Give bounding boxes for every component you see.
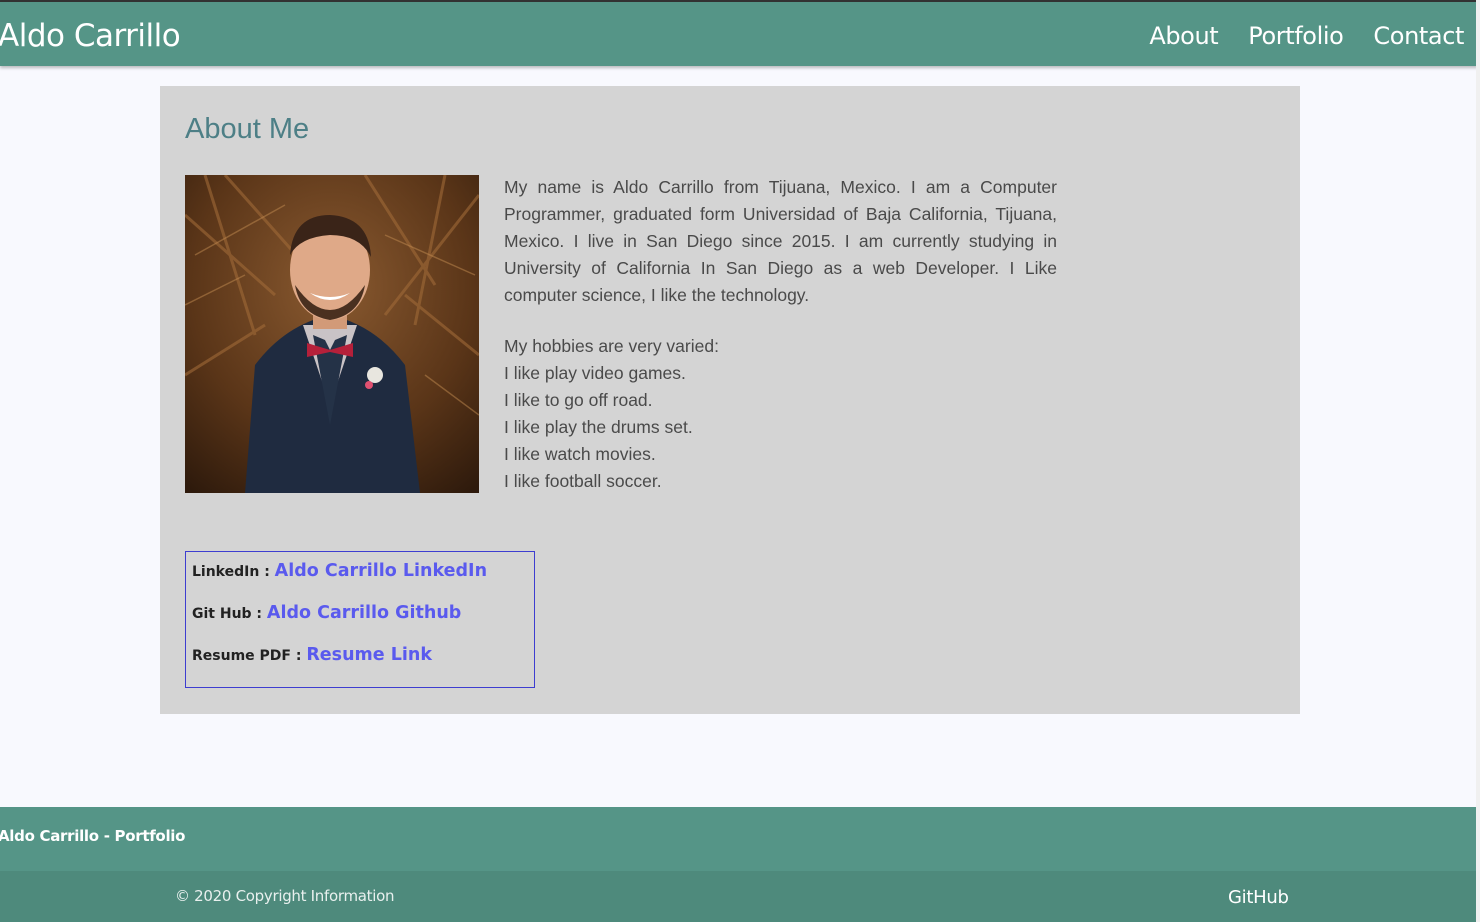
hobby-item: I like football soccer. (504, 471, 662, 491)
footer: Aldo Carrillo - Portfolio (0, 807, 1476, 871)
linkedin-row: LinkedIn : Aldo Carrillo LinkedIn (192, 558, 534, 600)
github-link[interactable]: Aldo Carrillo Github (267, 603, 461, 623)
hobby-item: I like watch movies. (504, 444, 656, 464)
copyright-text: © 2020 Copyright Information (175, 887, 395, 905)
profile-photo (185, 175, 479, 493)
about-title: About Me (185, 113, 310, 145)
resume-row: Resume PDF : Resume Link (192, 642, 534, 684)
hobby-item: I like play video games. (504, 363, 686, 383)
nav-contact-link[interactable]: Contact (1373, 20, 1464, 52)
portrait-photo (185, 175, 479, 493)
footer-copyright-bar: © 2020 Copyright Information GitHub (0, 871, 1476, 922)
scrollbar[interactable] (1476, 0, 1480, 922)
footer-title: Aldo Carrillo - Portfolio (0, 827, 186, 845)
hobbies-list: My hobbies are very varied: I like play … (504, 333, 1057, 495)
github-label: Git Hub : (192, 606, 267, 622)
bio-text: My name is Aldo Carrillo from Tijuana, M… (504, 177, 1057, 305)
github-row: Git Hub : Aldo Carrillo Github (192, 600, 534, 642)
hobby-item: I like play the drums set. (504, 417, 693, 437)
resume-link[interactable]: Resume Link (306, 645, 432, 665)
about-card: About Me My name is Aldo Carrillo from T… (160, 86, 1300, 714)
nav-portfolio-link[interactable]: Portfolio (1248, 20, 1344, 52)
hobbies-intro: My hobbies are very varied: (504, 336, 719, 356)
navbar: Aldo Carrillo About Portfolio Contact (0, 2, 1478, 66)
brand-link[interactable]: Aldo Carrillo (0, 16, 181, 56)
nav-about-link[interactable]: About (1149, 20, 1218, 52)
hobby-item: I like to go off road. (504, 390, 653, 410)
footer-github-link[interactable]: GitHub (1228, 887, 1289, 908)
linkedin-link[interactable]: Aldo Carrillo LinkedIn (275, 561, 487, 581)
linkedin-label: LinkedIn : (192, 564, 275, 580)
nav-links: About Portfolio Contact (1119, 20, 1464, 52)
contact-links-box: LinkedIn : Aldo Carrillo LinkedIn Git Hu… (185, 551, 535, 688)
resume-label: Resume PDF : (192, 648, 307, 664)
